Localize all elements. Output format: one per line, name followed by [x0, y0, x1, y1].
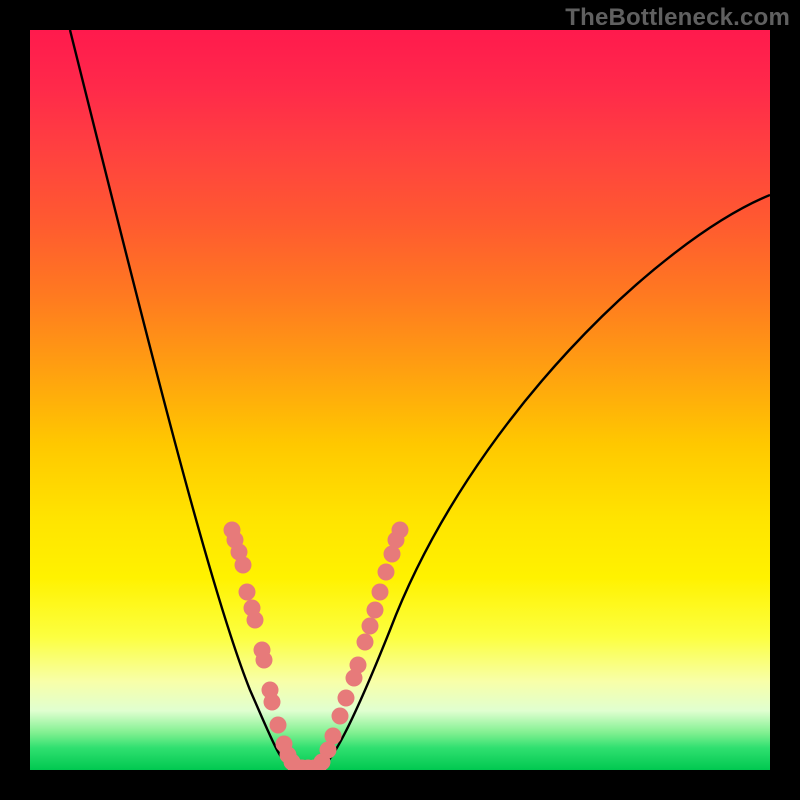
data-point — [392, 522, 409, 539]
curve-layer — [30, 30, 770, 770]
data-point — [325, 728, 342, 745]
data-point — [264, 694, 281, 711]
data-point — [350, 657, 367, 674]
plot-area — [30, 30, 770, 770]
data-point — [338, 690, 355, 707]
data-points — [224, 522, 409, 771]
data-point — [357, 634, 374, 651]
watermark-text: TheBottleneck.com — [565, 4, 790, 32]
chart-frame: TheBottleneck.com — [0, 0, 800, 800]
data-point — [362, 618, 379, 635]
data-point — [372, 584, 389, 601]
data-point — [247, 612, 264, 629]
data-point — [378, 564, 395, 581]
data-point — [270, 717, 287, 734]
data-point — [239, 584, 256, 601]
data-point — [367, 602, 384, 619]
bottleneck-curve — [70, 30, 770, 768]
data-point — [235, 557, 252, 574]
data-point — [256, 652, 273, 669]
data-point — [332, 708, 349, 725]
